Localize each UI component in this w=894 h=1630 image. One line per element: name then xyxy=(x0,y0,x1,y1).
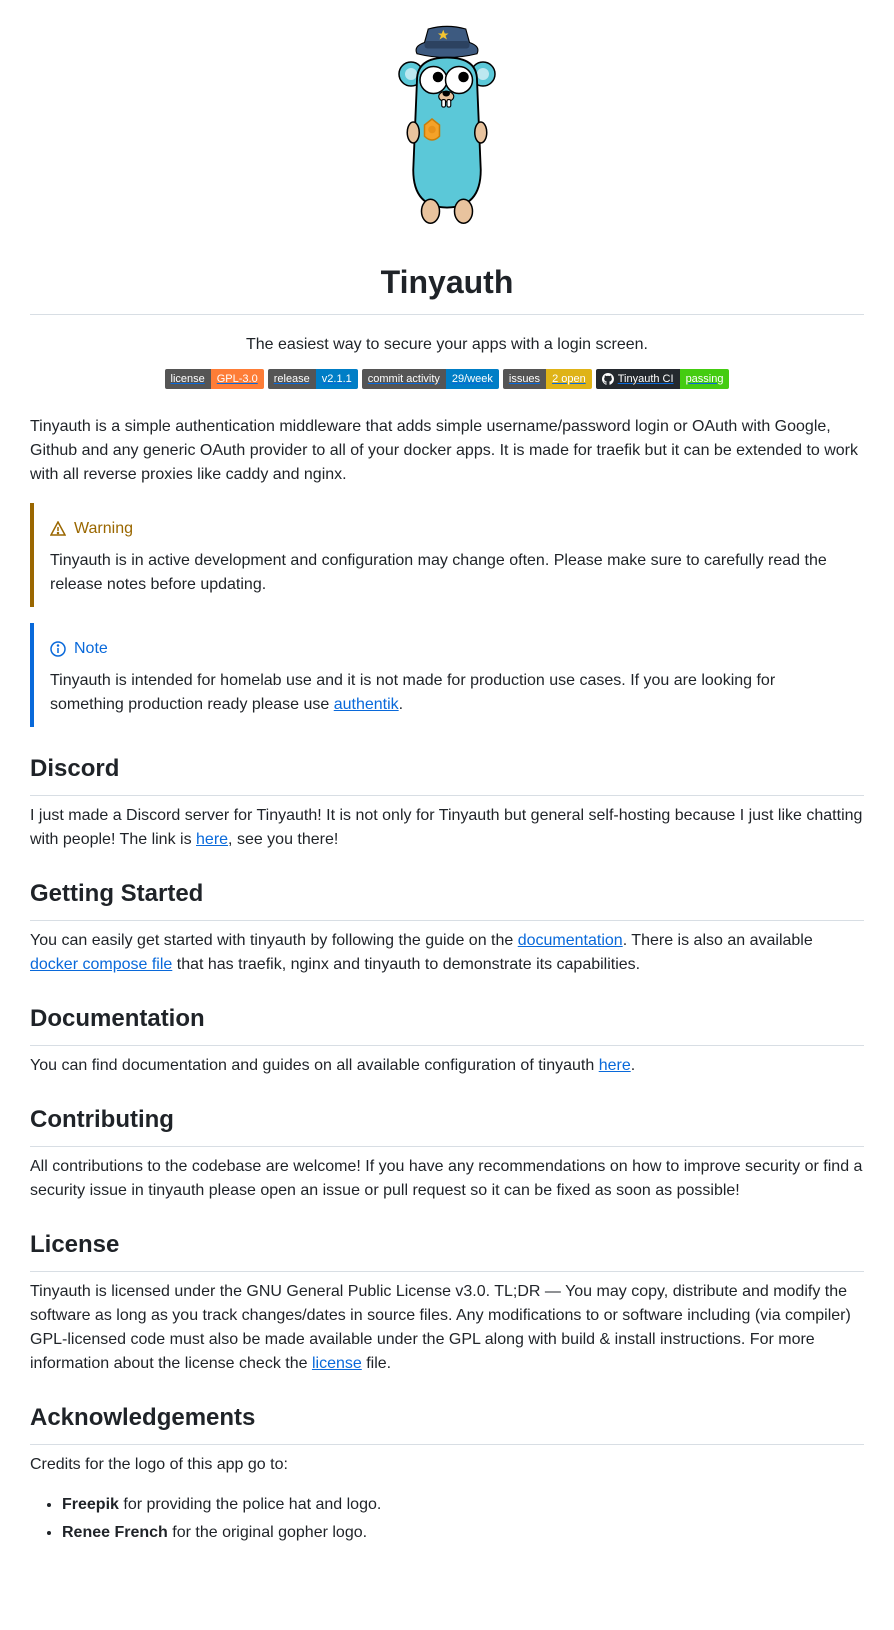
contributing-heading: Contributing xyxy=(30,1102,864,1147)
docs-here-link[interactable]: here xyxy=(599,1057,631,1074)
discord-link[interactable]: here xyxy=(196,831,228,848)
tagline: The easiest way to secure your apps with… xyxy=(30,333,864,357)
documentation-link[interactable]: documentation xyxy=(518,932,623,949)
getting-started-heading: Getting Started xyxy=(30,876,864,921)
discord-heading: Discord xyxy=(30,751,864,796)
intro-paragraph: Tinyauth is a simple authentication midd… xyxy=(30,415,864,487)
warning-icon xyxy=(50,521,66,537)
note-body: Tinyauth is intended for homelab use and… xyxy=(50,669,848,717)
docker-compose-link[interactable]: docker compose file xyxy=(30,956,172,973)
documentation-heading: Documentation xyxy=(30,1001,864,1046)
license-heading: License xyxy=(30,1227,864,1272)
authentik-link[interactable]: authentik xyxy=(334,696,399,713)
warning-alert: Warning Tinyauth is in active developmen… xyxy=(30,503,864,607)
badge-release[interactable]: releasev2.1.1 xyxy=(268,369,358,389)
badge-Tinyauth-CI[interactable]: Tinyauth CIpassing xyxy=(596,369,730,389)
badge-license[interactable]: licenseGPL-3.0 xyxy=(165,369,264,389)
discord-paragraph: I just made a Discord server for Tinyaut… xyxy=(30,804,864,852)
getting-started-paragraph: You can easily get started with tinyauth… xyxy=(30,929,864,977)
license-link[interactable]: license xyxy=(312,1355,362,1372)
list-item: Renee French for the original gopher log… xyxy=(62,1521,864,1545)
warning-body: Tinyauth is in active development and co… xyxy=(50,549,848,597)
license-paragraph: Tinyauth is licensed under the GNU Gener… xyxy=(30,1280,864,1376)
gopher-logo xyxy=(372,20,522,230)
ack-list: Freepik for providing the police hat and… xyxy=(30,1493,864,1545)
note-alert: Note Tinyauth is intended for homelab us… xyxy=(30,623,864,727)
note-title: Note xyxy=(50,637,848,661)
contributing-paragraph: All contributions to the codebase are we… xyxy=(30,1155,864,1203)
logo-container xyxy=(30,20,864,238)
badges-row: licenseGPL-3.0releasev2.1.1commit activi… xyxy=(30,367,864,391)
page-title: Tinyauth xyxy=(30,258,864,315)
warning-title: Warning xyxy=(50,517,848,541)
list-item: Freepik for providing the police hat and… xyxy=(62,1493,864,1517)
ack-intro: Credits for the logo of this app go to: xyxy=(30,1453,864,1477)
info-icon xyxy=(50,641,66,657)
badge-issues[interactable]: issues2 open xyxy=(503,369,592,389)
badge-commit-activity[interactable]: commit activity29/week xyxy=(362,369,499,389)
ack-heading: Acknowledgements xyxy=(30,1400,864,1445)
documentation-paragraph: You can find documentation and guides on… xyxy=(30,1054,864,1078)
